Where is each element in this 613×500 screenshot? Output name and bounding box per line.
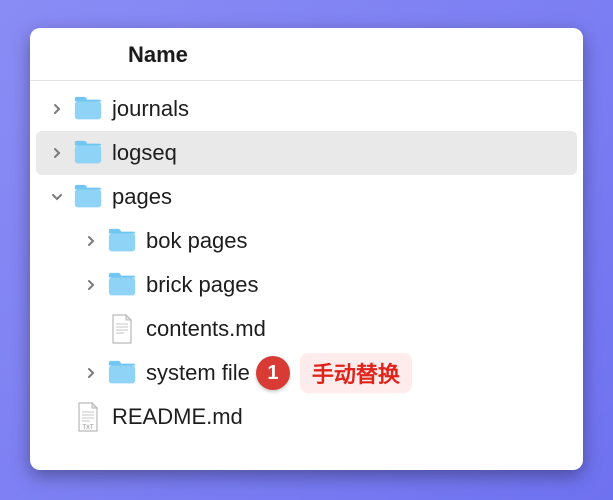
file-icon: TXT (70, 402, 106, 432)
tree-item-label: bok pages (140, 228, 248, 254)
tree-item-label: pages (106, 184, 172, 210)
file-tree: journals logseq pages bok pages brick pa… (30, 81, 583, 449)
folder-icon (104, 226, 140, 256)
chevron-right-icon[interactable] (44, 103, 70, 115)
tree-item-label: journals (106, 96, 189, 122)
tree-item-label: logseq (106, 140, 177, 166)
annotation-number-badge: 1 (256, 356, 290, 390)
tree-row[interactable]: contents.md (30, 307, 583, 351)
file-browser-panel: Name journals logseq pages bok pages bri… (30, 28, 583, 470)
folder-icon (70, 138, 106, 168)
file-icon (104, 314, 140, 344)
tree-item-label: README.md (106, 404, 243, 430)
folder-icon (70, 94, 106, 124)
tree-row[interactable]: system file1 手动替换 (30, 351, 583, 395)
tree-item-label: brick pages (140, 272, 259, 298)
chevron-right-icon[interactable] (78, 367, 104, 379)
annotation-text-badge: 手动替换 (300, 353, 412, 393)
tree-item-label: contents.md (140, 316, 266, 342)
chevron-right-icon[interactable] (78, 279, 104, 291)
tree-row[interactable]: brick pages (30, 263, 583, 307)
tree-row[interactable]: journals (30, 87, 583, 131)
chevron-down-icon[interactable] (44, 191, 70, 203)
svg-text:TXT: TXT (82, 425, 94, 431)
tree-item-label: system file (140, 360, 250, 386)
chevron-right-icon[interactable] (78, 235, 104, 247)
tree-row[interactable]: pages (30, 175, 583, 219)
chevron-right-icon[interactable] (44, 147, 70, 159)
column-header-row: Name (30, 28, 583, 81)
tree-row[interactable]: logseq (36, 131, 577, 175)
tree-row[interactable]: TXT README.md (30, 395, 583, 439)
folder-icon (104, 270, 140, 300)
folder-icon (104, 358, 140, 388)
folder-icon (70, 182, 106, 212)
column-header-name[interactable]: Name (30, 42, 583, 68)
tree-row[interactable]: bok pages (30, 219, 583, 263)
